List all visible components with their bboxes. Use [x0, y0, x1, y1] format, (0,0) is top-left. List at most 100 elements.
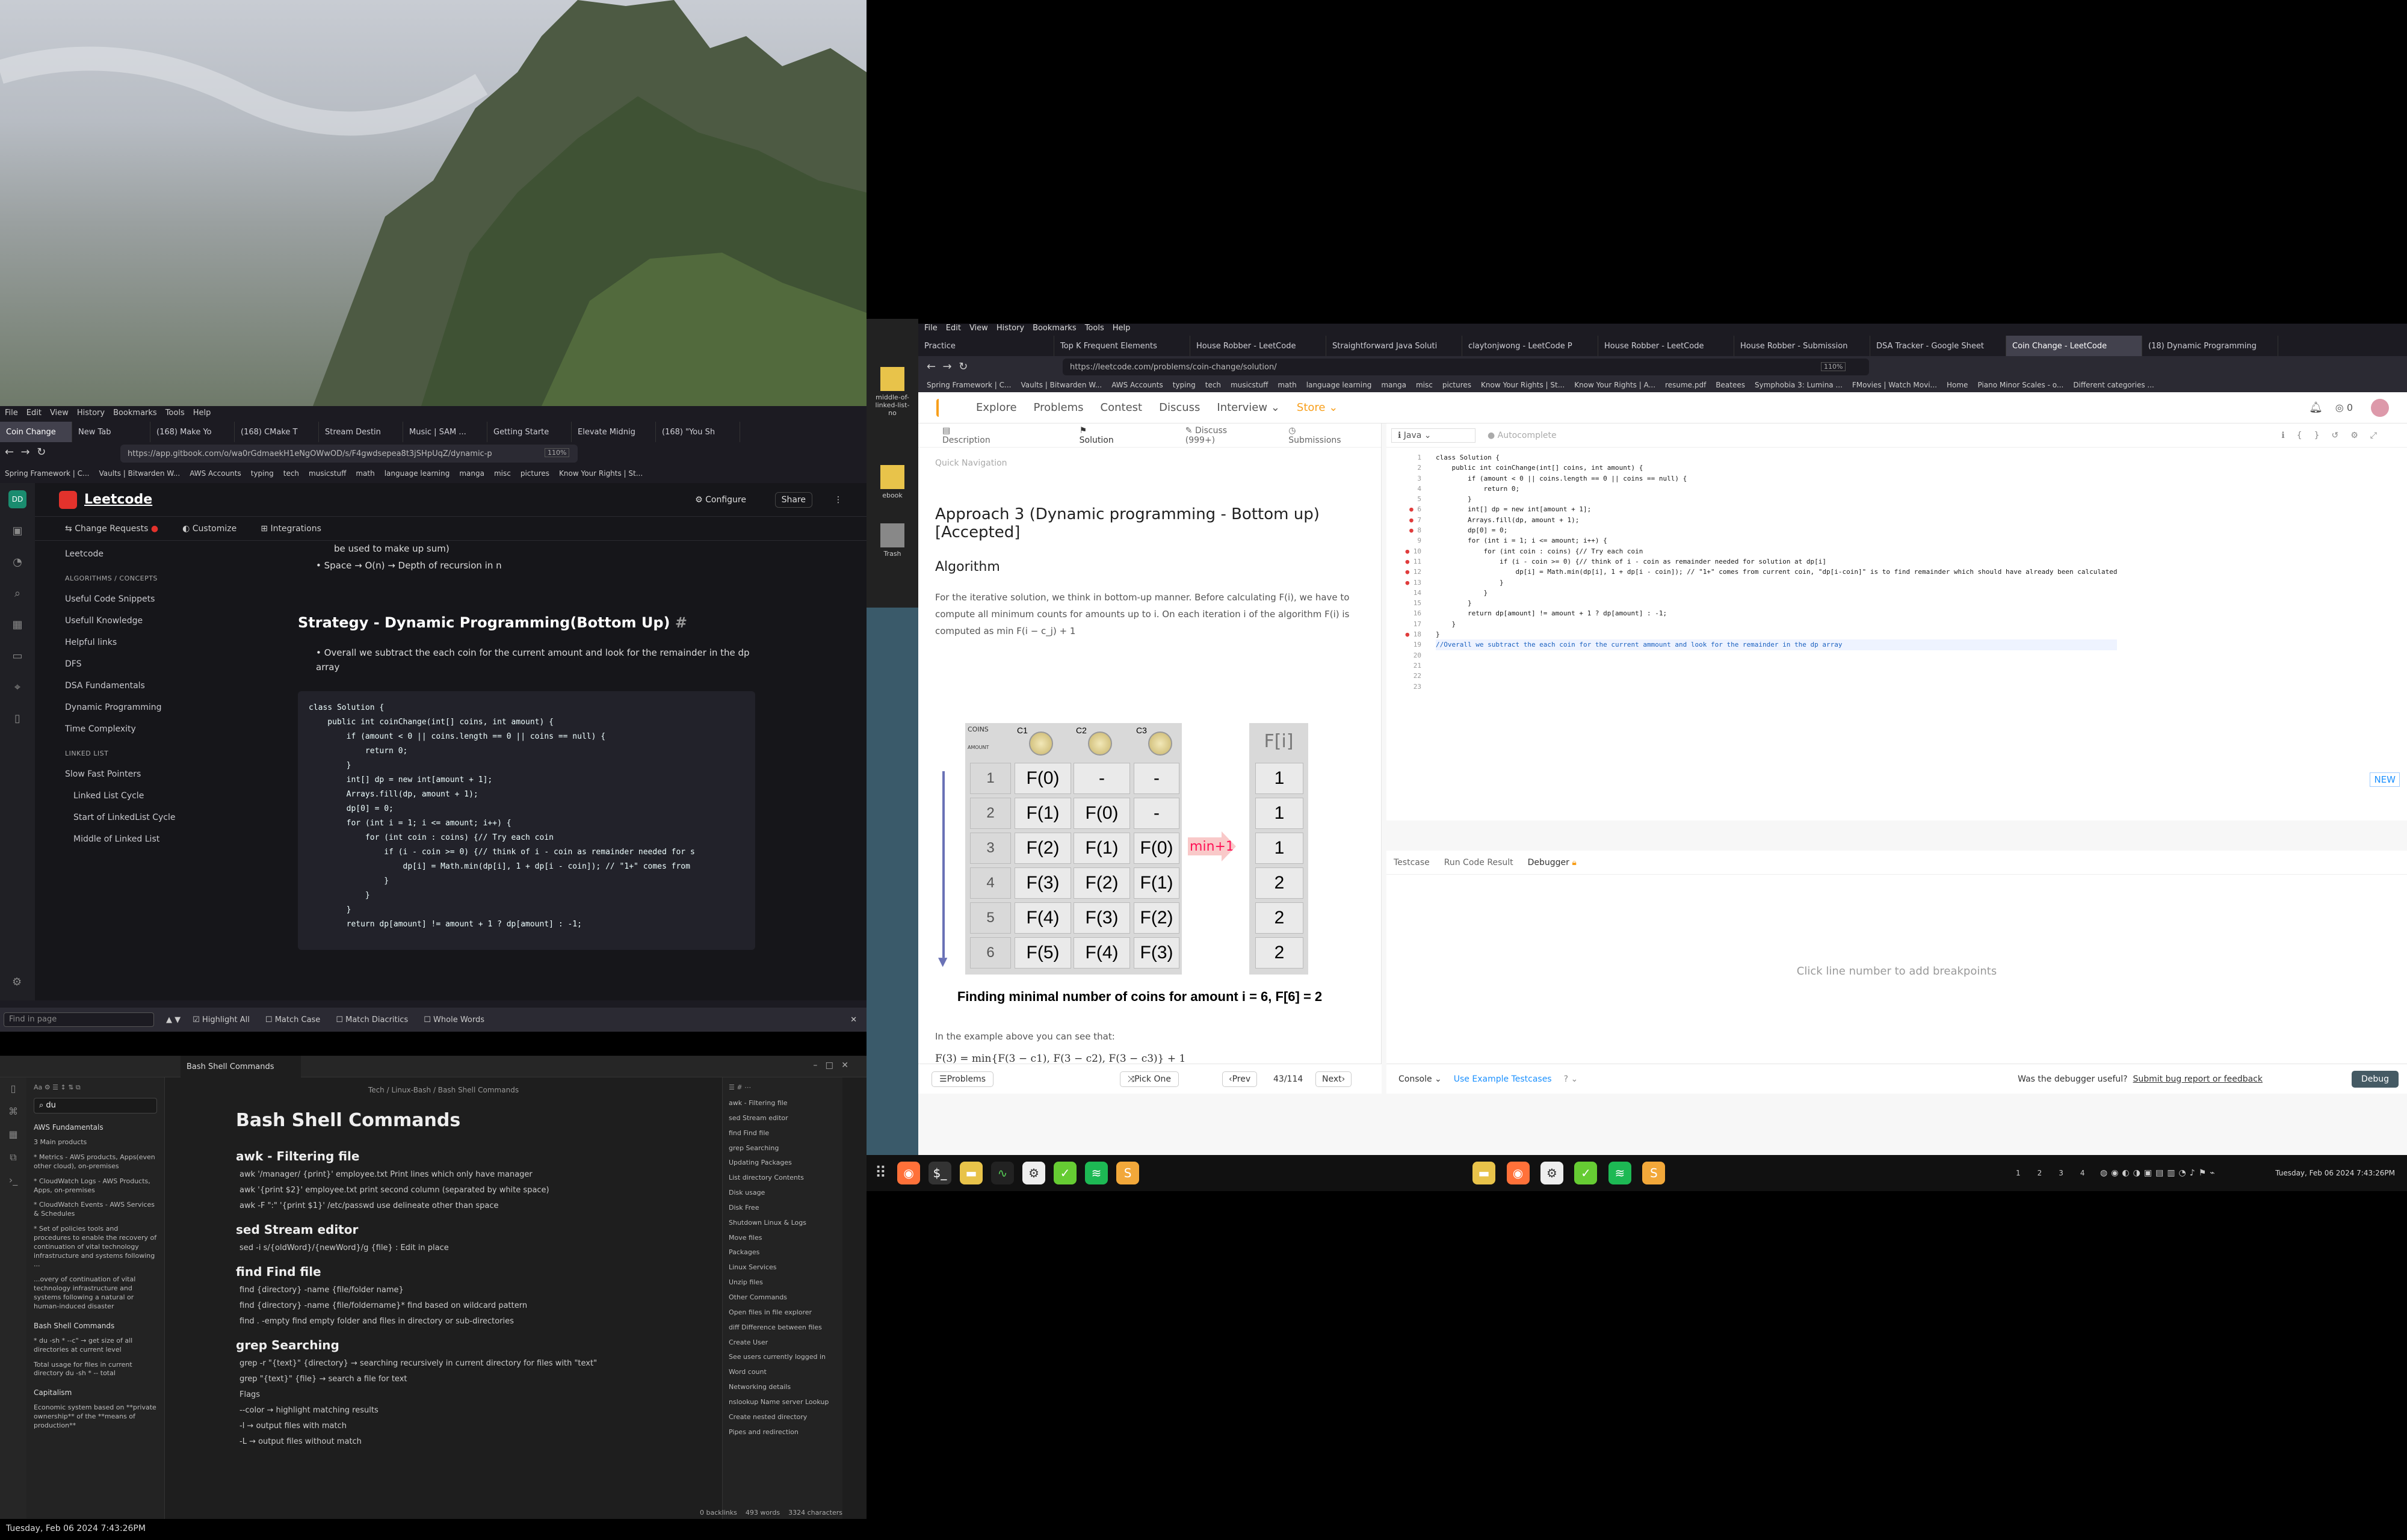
tab-discuss[interactable]: ✎ Discuss (999+)	[1185, 426, 1270, 445]
settings-window-icon[interactable]: ⚙	[1540, 1162, 1563, 1184]
info-icon[interactable]: ℹ	[2281, 431, 2296, 440]
search-result[interactable]: Economic system based on **private owner…	[34, 1400, 157, 1434]
firefox-window-icon[interactable]: ◉	[1506, 1162, 1530, 1184]
workspace-1[interactable]: 1	[2016, 1169, 2038, 1177]
search-result[interactable]: Bash Shell Commands	[34, 1318, 157, 1334]
maximize-icon[interactable]: □	[826, 1061, 833, 1070]
doc-icon[interactable]: ▯	[0, 703, 35, 735]
bookmark-item[interactable]: AWS Accounts	[190, 469, 241, 478]
tab-debugger[interactable]: Debugger 🔒︎	[1528, 858, 1577, 867]
share-button[interactable]: Share	[774, 491, 812, 508]
site-title[interactable]: Leetcode	[84, 492, 152, 507]
outline-item[interactable]: find Find file	[729, 1126, 836, 1141]
firefox-icon[interactable]: ◉	[897, 1162, 921, 1184]
desktop-icon[interactable]: ebook	[871, 465, 913, 499]
outline-item[interactable]: Shutdown Linux & Logs	[729, 1216, 836, 1231]
nav-interview[interactable]: Interview ⌄	[1217, 401, 1280, 414]
menu-bookmarks[interactable]: Bookmarks	[1033, 324, 1077, 336]
bookmark-item[interactable]: Home	[1947, 381, 1968, 389]
files-window-icon[interactable]: ▬	[1472, 1162, 1496, 1184]
bookmark-item[interactable]: musicstuff	[1231, 381, 1268, 389]
tab-music[interactable]: Music | SAM ...	[403, 422, 487, 442]
line-number[interactable]: 14	[1386, 588, 1421, 598]
url-bar[interactable]: https://app.gitbook.com/o/wa0rGdmaekH1eN…	[120, 445, 578, 463]
editor-line[interactable]: class Solution {	[1436, 452, 2117, 463]
bookmark-item[interactable]: FMovies | Watch Movi...	[1852, 381, 1937, 389]
browser-tab[interactable]: Straightforward Java Soluti	[1326, 336, 1462, 356]
tab-testcase[interactable]: Testcase	[1394, 858, 1430, 867]
sidebar-item[interactable]: DFS	[65, 653, 233, 675]
match-diacritics-checkbox[interactable]: ☐ Match Diacritics	[336, 1015, 408, 1024]
bookmark-item[interactable]: Beatees	[1716, 381, 1745, 389]
template-icon[interactable]: ⧉	[0, 1146, 26, 1169]
code-editor[interactable]: 1 2 3 4 5 ● 6 ● 7 ● 8 9 ● 10 ● 11 ● 12 ● 13 14 15 16 17 ●…	[1386, 448, 2407, 821]
bookmark-item[interactable]: Spring Framework | C...	[5, 469, 89, 478]
bookmark-item[interactable]: Vaults | Bitwarden W...	[99, 469, 180, 478]
line-number[interactable]: 3	[1386, 473, 1421, 484]
outline-item[interactable]: awk - Filtering file	[729, 1096, 836, 1111]
outline-item[interactable]: Move files	[729, 1231, 836, 1246]
line-number[interactable]: 1	[1386, 452, 1421, 463]
bookmark-item[interactable]: manga	[459, 469, 484, 478]
braces-icon[interactable]: {}	[2297, 431, 2332, 440]
line-gutter[interactable]: 1 2 3 4 5 ● 6 ● 7 ● 8 9 ● 10 ● 11 ● 12 ● 13 14 15 16 17 ●…	[1386, 452, 1422, 692]
menu-view[interactable]: View	[50, 408, 69, 420]
browser-tab[interactable]: House Robber - Submission	[1734, 336, 1870, 356]
browser-tab[interactable]: Practice	[918, 336, 1054, 356]
outline-item[interactable]: Packages	[729, 1245, 836, 1260]
menu-history[interactable]: History	[996, 324, 1024, 336]
next-button[interactable]: Next ›	[1315, 1071, 1352, 1087]
line-number[interactable]: 16	[1386, 608, 1421, 618]
bookmark-item[interactable]: math	[356, 469, 374, 478]
minimize-icon[interactable]: –	[813, 1061, 817, 1070]
line-number[interactable]: ● 13	[1386, 578, 1422, 588]
line-number[interactable]: 5	[1386, 494, 1421, 504]
bookmark-item[interactable]: resume.pdf	[1665, 381, 1706, 389]
bell-icon[interactable]: ◔	[0, 547, 35, 578]
nav-contest[interactable]: Contest	[1101, 401, 1143, 414]
outline-item[interactable]: Open files in file explorer	[729, 1305, 836, 1320]
console-button[interactable]: Console ⌄	[1398, 1074, 1442, 1084]
language-select[interactable]: ℹ Java ⌄	[1391, 428, 1475, 443]
files-icon[interactable]: ▬	[960, 1162, 983, 1184]
tab-new[interactable]: New Tab	[72, 422, 150, 442]
outline-item[interactable]: Updating Packages	[729, 1156, 836, 1171]
avatar[interactable]	[2371, 398, 2389, 417]
url-bar[interactable]: https://leetcode.com/problems/coin-chang…	[1063, 359, 1869, 375]
configure-button[interactable]: ⚙ Configure	[695, 495, 746, 505]
prev-button[interactable]: ‹ Prev	[1222, 1071, 1258, 1087]
search-result[interactable]: Total usage for files in current directo…	[34, 1358, 157, 1382]
line-number[interactable]: ● 8	[1386, 525, 1421, 535]
sidebar-item[interactable]: DSA Fundamentals	[65, 675, 233, 697]
sidebar-item[interactable]: Start of LinkedList Cycle	[65, 807, 233, 828]
desktop-icon[interactable]: middle-of-linked-list-no	[871, 367, 913, 417]
sublime-window-icon[interactable]: S	[1642, 1162, 1666, 1184]
nav-problems[interactable]: Problems	[1034, 401, 1084, 414]
tab-coin-change[interactable]: Coin Change	[0, 422, 72, 442]
line-number[interactable]: 15	[1386, 598, 1421, 608]
calendar-icon[interactable]: ▦	[0, 1123, 26, 1146]
editor-line[interactable]: public int coinChange(int[] coins, int a…	[1436, 463, 2117, 473]
back-icon[interactable]: ←	[5, 446, 14, 458]
editor-code[interactable]: class Solution { public int coinChange(i…	[1436, 452, 2118, 650]
editor-line[interactable]: for (int coin : coins) {// Try each coin	[1436, 546, 2117, 556]
help-icon[interactable]: ? ⌄	[1564, 1074, 1578, 1084]
sidebar-item[interactable]: Middle of Linked List	[65, 828, 233, 850]
line-number[interactable]: 17	[1386, 619, 1421, 629]
browser-tab[interactable]: House Robber - LeetCode	[1190, 336, 1326, 356]
bookmark-item[interactable]: Vaults | Bitwarden W...	[1021, 381, 1102, 389]
forward-icon[interactable]: →	[21, 446, 30, 458]
use-example-link[interactable]: Use Example Testcases	[1454, 1074, 1552, 1084]
bookmark-item[interactable]: Different categories ...	[2073, 381, 2154, 389]
editor-line[interactable]: return dp[amount] != amount + 1 ? dp[amo…	[1436, 608, 2117, 618]
search-result[interactable]: AWS Fundamentals	[34, 1120, 157, 1135]
browser-tab[interactable]: Top K Frequent Elements	[1054, 336, 1190, 356]
sidebar-item[interactable]: LINKED LIST	[65, 744, 233, 763]
outline-item[interactable]: Disk Free	[729, 1201, 836, 1216]
sidebar-item[interactable]: Helpful links	[65, 632, 233, 653]
editor-line[interactable]: }	[1436, 494, 2117, 504]
find-input[interactable]: Find in page	[4, 1012, 154, 1027]
highlight-all-checkbox[interactable]: ☑ Highlight All	[193, 1015, 250, 1024]
menu-file[interactable]: File	[924, 324, 938, 336]
customize-link[interactable]: ◐ Customize	[182, 524, 236, 534]
